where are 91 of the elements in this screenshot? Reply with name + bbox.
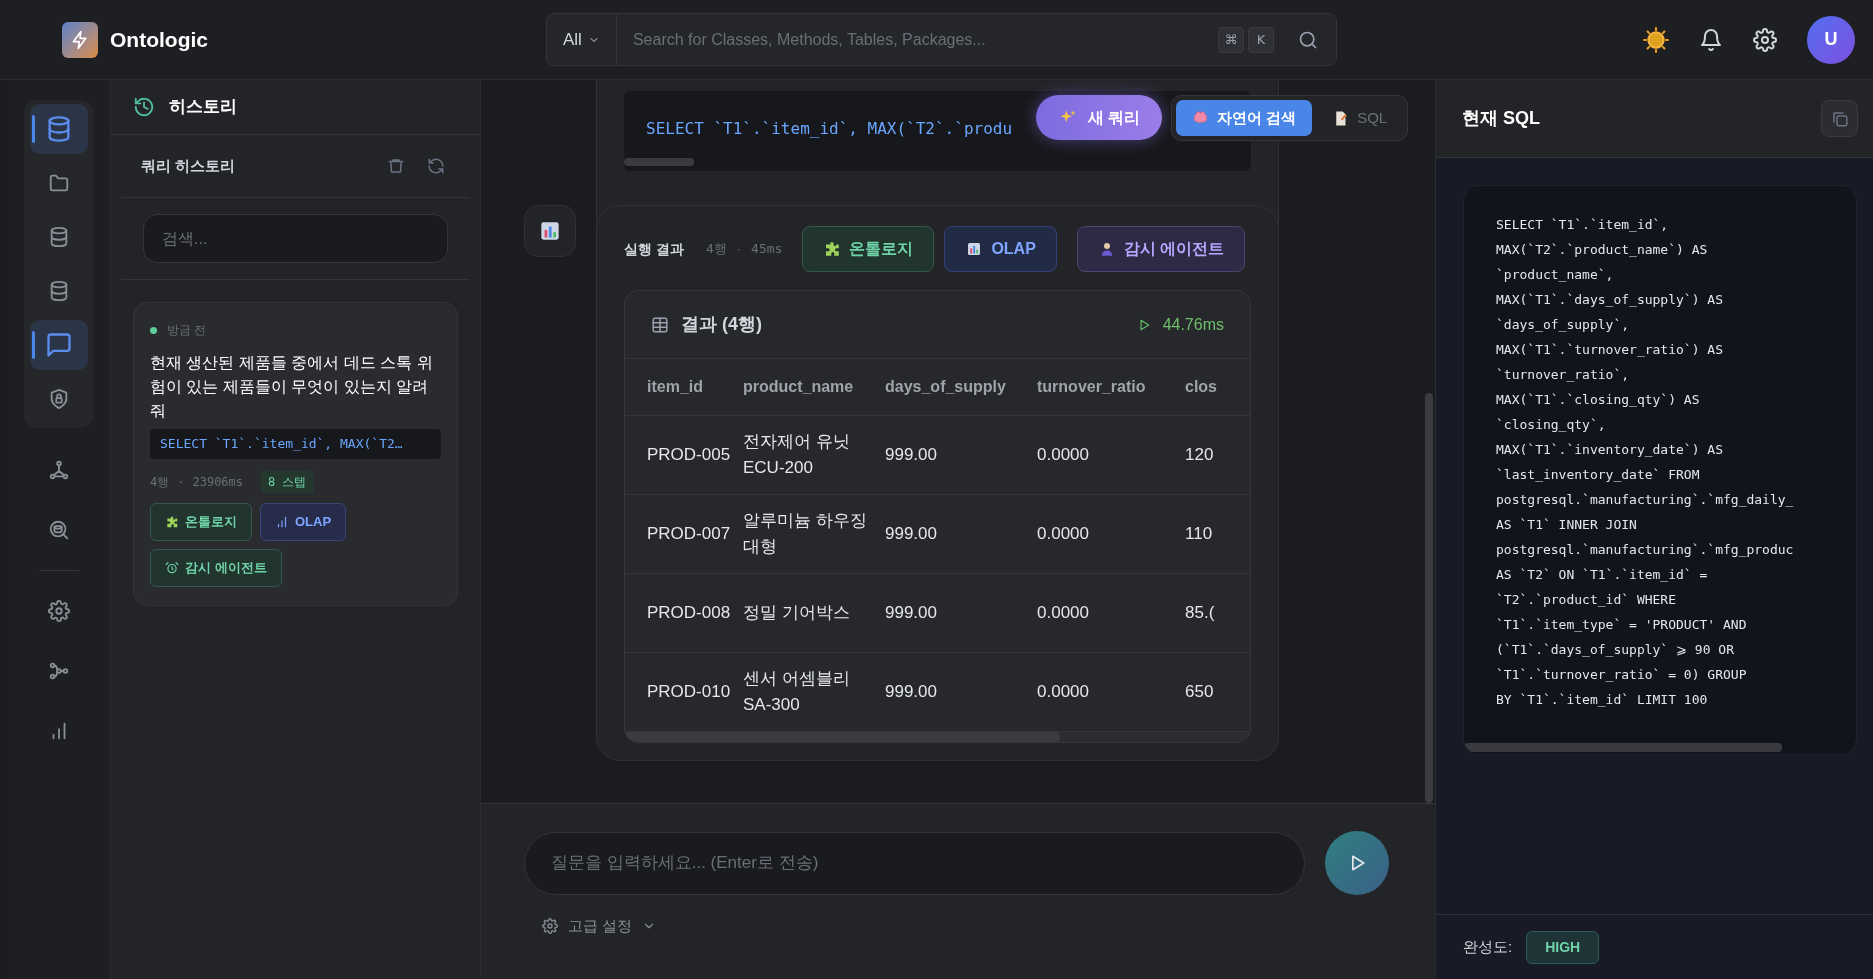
tag-button[interactable]: 감시 에이전트 [150,548,282,587]
search-icon [48,519,70,541]
table-cell-text: 650 [1185,681,1215,703]
logo-text: Ontologic [110,26,208,53]
history-icon [133,96,155,118]
table-cell-text: 알루미늄 하우징 대형 [743,510,868,558]
sun-icon[interactable] [1643,26,1669,53]
table-cell-text: 999.00 [885,602,938,624]
scrollbar [624,158,694,166]
settings-icon [48,600,70,622]
action-button[interactable]: 감시 에이전트 [1076,226,1246,272]
column-header: turnover_ratio [1037,377,1147,397]
bell-icon[interactable] [1699,27,1723,52]
column-header: days_of_supply [885,377,1007,397]
history-card[interactable]: 방금 전 현재 생산된 제품들 중에서 데드 스톡 위험이 있는 제품들이 무엇이 있는지 알려줘 SELECT `T1`.`item_id`, MAX(`T2… 4행 · 23906ms 8 스텝 온톨로지 OLAP 감시 에이전트 [133,302,458,606]
advanced-settings-toggle[interactable]: 고급 설정 [542,915,657,938]
settings-icon[interactable] [1753,27,1777,52]
tag-button[interactable]: 온톨로지 [150,502,252,541]
new-query-button[interactable]: 새 쿼리 [1036,95,1163,140]
completeness-label: 완성도: [1463,936,1513,957]
avatar[interactable]: U [1807,15,1855,64]
completeness-badge: HIGH [1526,930,1600,964]
duration: 45ms [751,240,783,259]
table-cell-text: PROD-010 [647,681,732,703]
shortcut-key: K [1248,26,1274,53]
database-icon [48,226,70,248]
action-button[interactable]: 온톨로지 [802,226,935,272]
column-header: item_id [647,377,704,397]
shield-icon [48,388,70,410]
table-cell-text: 999.00 [885,523,938,545]
table-cell-text: 999.00 [885,681,938,703]
separator-dot: · [177,473,185,491]
workflow-icon [48,660,70,682]
table-cell-text: 120 [1185,444,1215,466]
trash-icon [387,157,405,175]
separator-dot: · [736,240,742,259]
refresh-icon [427,157,445,175]
row-count: 4행 [150,473,170,491]
settings-icon [542,918,558,935]
question-text: 현재 생산된 제품들 중에서 데드 스톡 위험이 있는 제품들이 무엇이 있는지 알려줘 [150,353,434,421]
search-icon [1298,29,1318,50]
steps-badge: 8 스텝 [261,470,314,493]
table-cell-text: 999.00 [885,444,938,466]
puzzle-icon [823,240,842,258]
alarm-icon [165,560,179,575]
table-cell-text: 0.0000 [1037,602,1090,624]
bar-chart-icon [275,514,289,529]
table-icon [651,315,669,334]
mode-tab[interactable]: 자연어 검색 [1176,100,1313,136]
folder-icon [48,172,70,194]
execution-time: 44.76ms [1162,314,1224,335]
nav-item[interactable] [30,104,88,154]
copy-icon [1830,109,1849,128]
table-title: 결과 (4행) [681,313,763,336]
tag-button[interactable]: OLAP [260,502,347,541]
result-label: 실행 결과 [624,239,684,259]
action-button[interactable]: OLAP [944,226,1057,272]
table-cell-text: 85.( [1185,602,1216,624]
database-icon [48,280,70,302]
duration: 23906ms [192,473,244,491]
table-cell-text: PROD-008 [647,602,732,624]
sql-code: SELECT `T1`.`item_id`, MAX(`T2`.`product_name`) AS `product_name`, MAX(`T1`.`days_of_supply`) AS `days_of_supply`, MAX(`T1`.`turnover_ratio`) AS `turnover_ratio`, MAX(`T1`.`closing_qty`) AS `closing_qty`, MAX(`T1`.`inventory_date`) AS `last_inventory_date` FROM postgresql.`manufacturing`.`mfg_daily_ AS `T1` INNER JOIN postgresql.`manufacturing`.`mfg_produc AS `T2` ON `T1`.`item_id` = `T2`.`product_id` WHERE `T1`.`item_type` = 'PRODUCT' AND (`T1`.`days_of_supply` ⩾ 90 OR `T1`.`turnover_ratio` = 0) GROUP BY `T1`.`item_id` LIMIT 100 [1496,216,1795,709]
table-cell-text: 0.0000 [1037,681,1090,703]
puzzle-icon [165,514,179,529]
copy-button[interactable] [1821,100,1858,137]
question-field[interactable]: 질문을 입력하세요... (Enter로 전송) [524,831,1305,895]
scope-dropdown[interactable]: All [547,14,617,65]
sql-snippet: SELECT `T1`.`item_id`, MAX(`T2… [150,429,441,459]
column-header: product_name [743,377,855,397]
table-cell-text: 0.0000 [1037,444,1090,466]
column-header: clos [1185,377,1218,397]
table-cell-text: PROD-005 [647,444,732,466]
table-cell-text: 110 [1185,523,1214,545]
timestamp: 방금 전 [167,322,207,339]
chat-icon [45,331,73,359]
table-cell-text: 센서 어셈블리 SA-300 [743,668,851,716]
table-cell-text: PROD-007 [647,523,732,545]
shortcut-key: ⌘ [1218,26,1244,53]
table-cell-text: 0.0000 [1037,523,1090,545]
search-field[interactable]: All Search for Classes, Methods, Tables, Packages... ⌘ K [546,13,1337,66]
graph-icon [48,459,70,481]
panel-title: 히스토리 [169,96,237,119]
search-field[interactable]: 검색... [143,214,448,263]
sql-preview: SELECT `T1`.`item_id`, MAX(`T2`.`produ [646,119,1013,138]
table-cell-text: 정밀 기어박스 [743,602,851,624]
row-count: 4행 [705,240,727,259]
nav-item[interactable] [30,320,88,370]
panel-title: 현재 SQL [1462,107,1541,130]
bolt-icon [70,29,90,50]
section-title: 쿼리 히스토리 [141,155,237,176]
table-cell-text: 전자제어 유닛 ECU-200 [743,431,851,479]
